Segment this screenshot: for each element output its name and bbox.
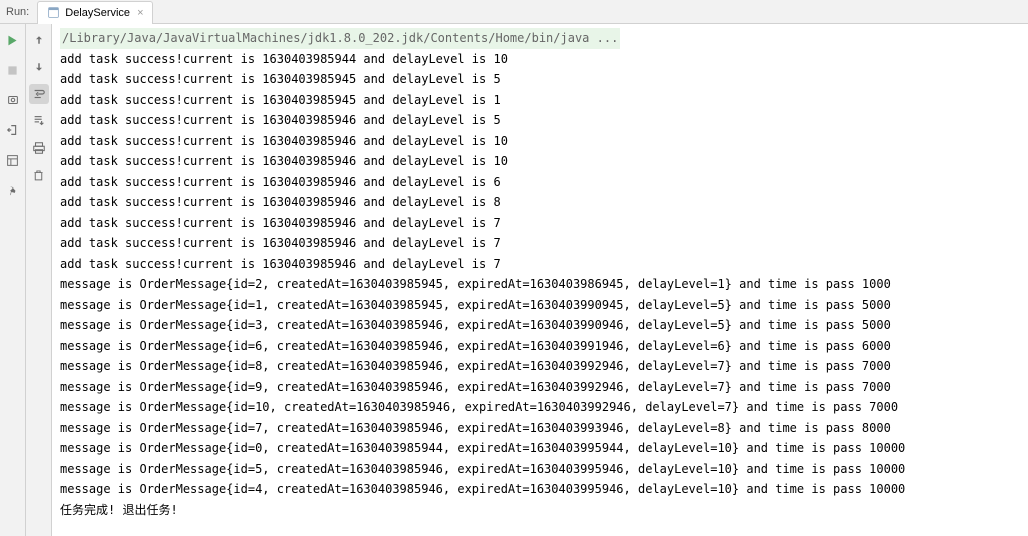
main-panel: /Library/Java/JavaVirtualMachines/jdk1.8… <box>0 24 1028 536</box>
command-line: /Library/Java/JavaVirtualMachines/jdk1.8… <box>60 28 620 49</box>
console-line: add task success!current is 163040398594… <box>60 216 501 230</box>
layout-settings-button[interactable] <box>3 150 23 170</box>
close-icon[interactable]: × <box>137 7 143 19</box>
console-line: message is OrderMessage{id=0, createdAt=… <box>60 441 905 455</box>
console-line: add task success!current is 163040398594… <box>60 52 508 66</box>
scroll-down-button[interactable] <box>29 57 49 77</box>
stop-button[interactable] <box>3 60 23 80</box>
print-button[interactable] <box>29 138 49 158</box>
console-actions-gutter <box>26 24 52 536</box>
clear-all-button[interactable] <box>29 165 49 185</box>
run-toolbar: Run: DelayService × <box>0 0 1028 24</box>
console-line: message is OrderMessage{id=7, createdAt=… <box>60 421 891 435</box>
console-line: message is OrderMessage{id=8, createdAt=… <box>60 359 891 373</box>
console-line: message is OrderMessage{id=9, createdAt=… <box>60 380 891 394</box>
run-actions-gutter <box>0 24 26 536</box>
console-line: add task success!current is 163040398594… <box>60 154 508 168</box>
rerun-button[interactable] <box>3 30 23 50</box>
scroll-up-button[interactable] <box>29 30 49 50</box>
exit-button[interactable] <box>3 120 23 140</box>
console-line: add task success!current is 163040398594… <box>60 93 501 107</box>
console-line: add task success!current is 163040398594… <box>60 134 508 148</box>
run-config-tab[interactable]: DelayService × <box>37 1 152 24</box>
console-line: add task success!current is 163040398594… <box>60 257 501 271</box>
pin-button[interactable] <box>3 180 23 200</box>
console-line: message is OrderMessage{id=10, createdAt… <box>60 400 898 414</box>
console-line: message is OrderMessage{id=1, createdAt=… <box>60 298 891 312</box>
console-output[interactable]: /Library/Java/JavaVirtualMachines/jdk1.8… <box>52 24 1028 536</box>
console-line: message is OrderMessage{id=4, createdAt=… <box>60 482 905 496</box>
dump-threads-button[interactable] <box>3 90 23 110</box>
application-icon <box>46 6 60 20</box>
run-label: Run: <box>6 6 29 18</box>
console-line: message is OrderMessage{id=3, createdAt=… <box>60 318 891 332</box>
tab-label: DelayService <box>65 7 130 19</box>
console-line: add task success!current is 163040398594… <box>60 175 501 189</box>
console-line: add task success!current is 163040398594… <box>60 113 501 127</box>
console-line: message is OrderMessage{id=5, createdAt=… <box>60 462 905 476</box>
console-line: add task success!current is 163040398594… <box>60 236 501 250</box>
console-line: 任务完成! 退出任务! <box>60 503 178 517</box>
console-line: message is OrderMessage{id=6, createdAt=… <box>60 339 891 353</box>
soft-wrap-button[interactable] <box>29 84 49 104</box>
console-line: message is OrderMessage{id=2, createdAt=… <box>60 277 891 291</box>
console-line: add task success!current is 163040398594… <box>60 72 501 86</box>
console-line: add task success!current is 163040398594… <box>60 195 501 209</box>
scroll-to-end-button[interactable] <box>29 111 49 131</box>
